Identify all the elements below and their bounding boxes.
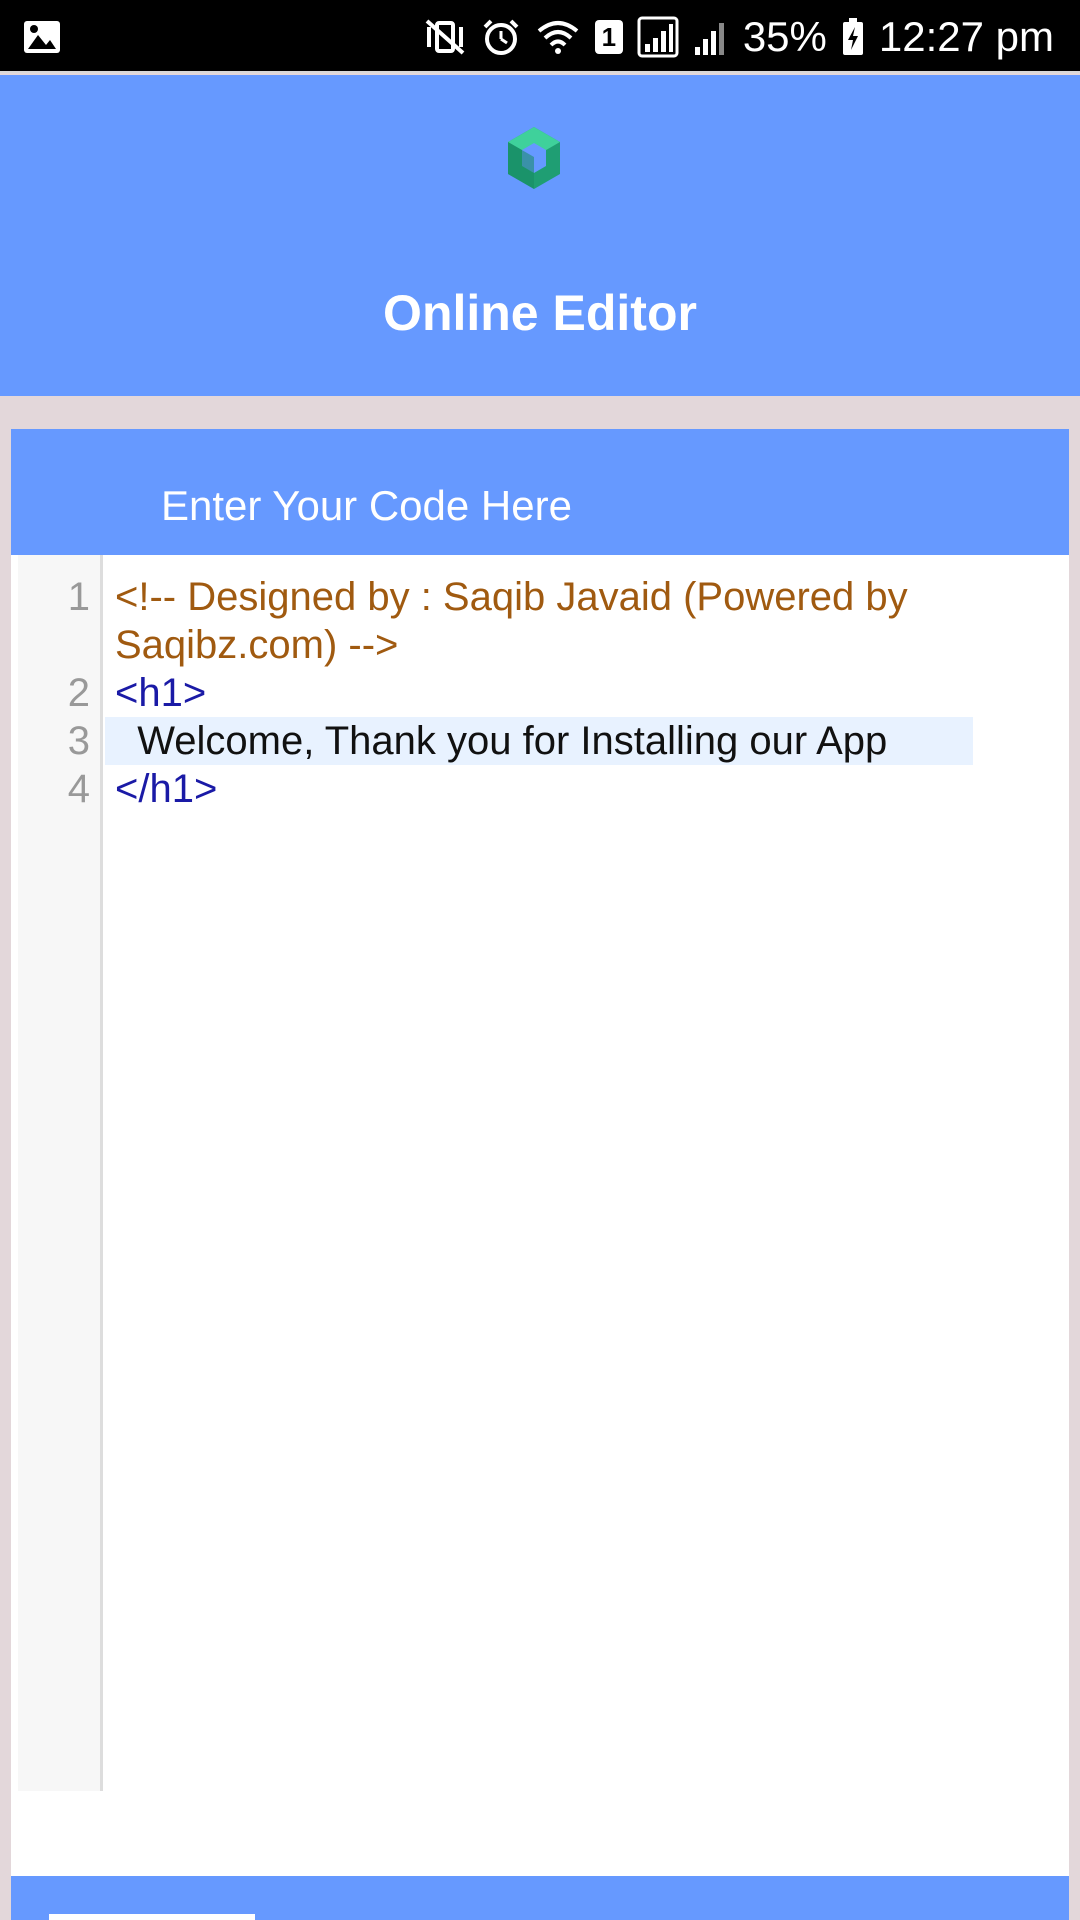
line-number-gutter: 1 2 3 4 bbox=[18, 555, 103, 1791]
status-bar: 1 35% 12:27 pm bbox=[0, 0, 1080, 73]
signal-icon bbox=[637, 16, 679, 58]
page-title: Online Editor bbox=[383, 285, 697, 341]
line-number: 3 bbox=[67, 719, 90, 763]
image-notification-icon bbox=[24, 21, 60, 53]
clock: 12:27 pm bbox=[878, 13, 1054, 60]
line-number: 4 bbox=[67, 767, 90, 811]
editor-label: Enter Your Code Here bbox=[161, 482, 572, 529]
status-left bbox=[22, 14, 62, 60]
alarm-icon bbox=[483, 19, 519, 55]
bottom-toolbar bbox=[11, 1876, 1069, 1920]
wifi-icon bbox=[537, 21, 579, 54]
line-number: 2 bbox=[67, 671, 90, 715]
code-line[interactable]: Welcome, Thank you for Installing our Ap… bbox=[115, 717, 887, 765]
sim-badge-icon: 1 bbox=[594, 20, 623, 54]
bottom-tab[interactable] bbox=[49, 1914, 255, 1920]
code-editor[interactable]: 1 2 3 4 <!-- Designed by : Saqib Javaid … bbox=[18, 555, 1069, 1791]
cube-ring-logo-icon bbox=[508, 127, 560, 189]
battery-percent: 35% bbox=[742, 13, 827, 60]
code-line[interactable]: <!-- Designed by : Saqib Javaid (Powered… bbox=[115, 573, 908, 621]
signal-secondary-icon bbox=[694, 23, 724, 55]
mute-vibrate-icon bbox=[425, 19, 465, 55]
status-right: 1 35% 12:27 pm bbox=[423, 8, 1054, 66]
editor-card: Enter Your Code Here 1 2 3 4 <!-- Design… bbox=[11, 429, 1069, 1920]
editor-header: Enter Your Code Here bbox=[11, 429, 1069, 555]
line-number: 1 bbox=[67, 575, 90, 619]
code-line[interactable]: </h1> bbox=[115, 765, 217, 813]
code-line[interactable]: <h1> bbox=[115, 669, 206, 717]
battery-charging-icon bbox=[842, 18, 863, 55]
code-line[interactable]: Saqibz.com) --> bbox=[115, 621, 398, 669]
app-header: Online Editor bbox=[0, 75, 1080, 396]
